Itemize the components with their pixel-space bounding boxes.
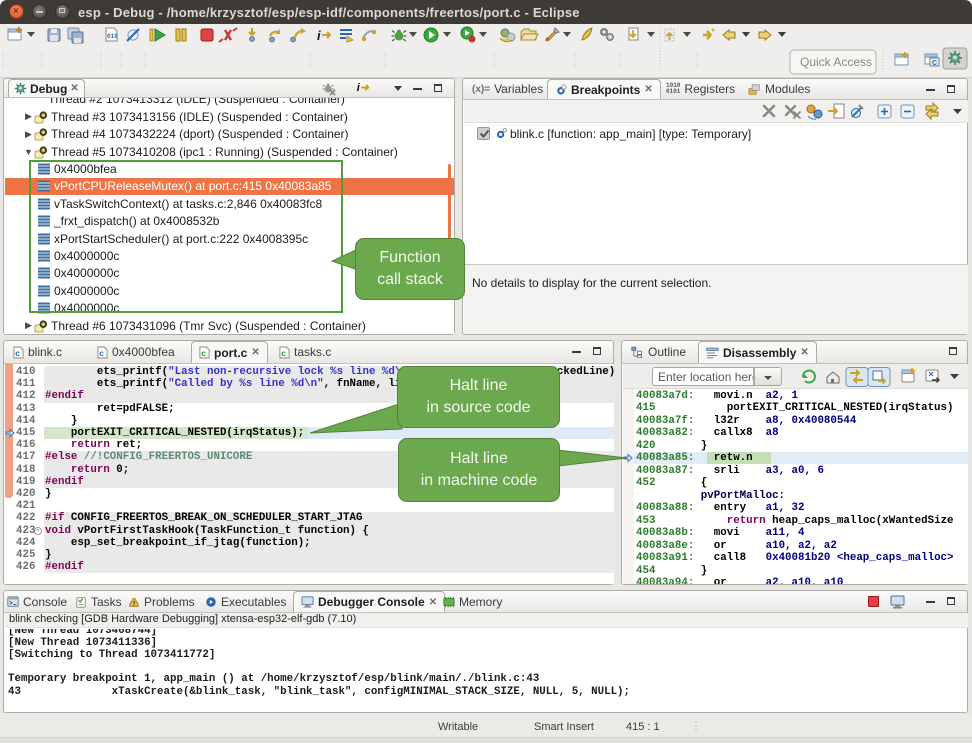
- svg-text:C: C: [932, 60, 937, 67]
- svg-text:c: c: [281, 349, 286, 358]
- svg-text:010: 010: [107, 33, 118, 40]
- svg-text:c: c: [201, 349, 206, 358]
- svg-text:c: c: [15, 349, 20, 358]
- svg-text:i: i: [317, 28, 321, 43]
- svg-text:Quick Access: Quick Access: [800, 55, 872, 69]
- svg-text:c: c: [99, 349, 104, 358]
